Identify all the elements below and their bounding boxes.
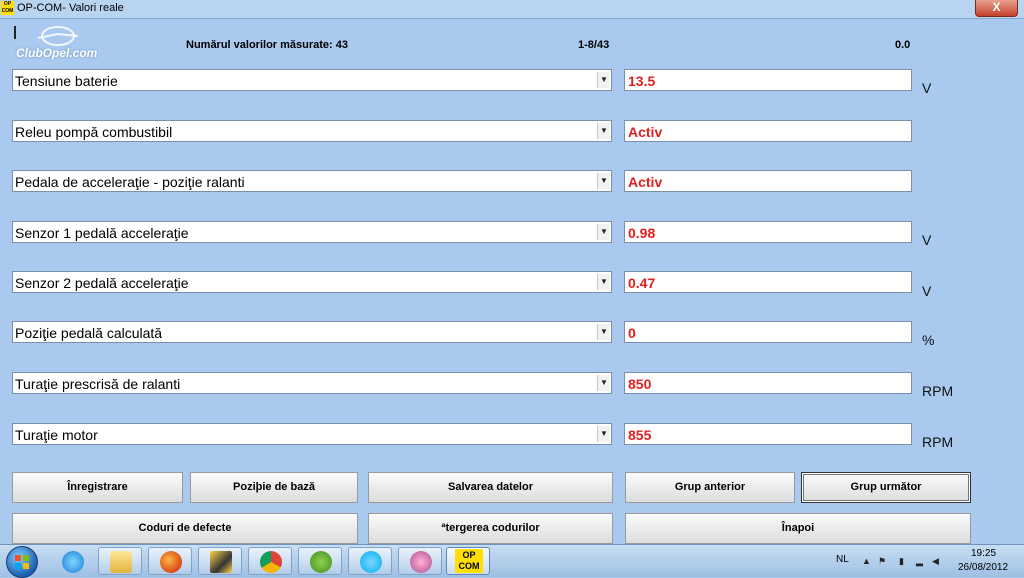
logo-text: ClubOpel.com [16, 46, 98, 60]
parameter-value-7: 850 [624, 372, 912, 394]
clock-date[interactable]: 26/08/2012 [958, 562, 1008, 573]
internet-explorer-taskbar-button[interactable] [50, 547, 94, 575]
tool-taskbar-button[interactable] [198, 547, 242, 575]
value-range: 1-8/43 [578, 39, 610, 51]
battery-icon[interactable]: ▮ [899, 557, 908, 566]
parameter-label: Poziţie pedală calculată [15, 325, 163, 341]
measured-values-count: Numărul valorilor măsurate: 43 [186, 39, 349, 51]
opcom-app-icon: OP COM [1, 1, 14, 15]
record-button[interactable]: Înregistrare [12, 472, 183, 503]
parameter-value-4: 0.98 [624, 221, 912, 243]
parameter-label: Senzor 2 pedală acceleraţie [15, 275, 189, 291]
parameter-label: Releu pompă combustibil [15, 124, 173, 140]
parameter-select-6[interactable]: Poziţie pedală calculată ▼ [12, 321, 612, 343]
parameter-label: Turaţie prescrisă de ralanti [15, 376, 181, 392]
windows-taskbar: OP COM NL ▲ ⚑ ▮ ▂ ◀ 19:25 26/08/2012 [0, 544, 1024, 578]
parameter-select-5[interactable]: Senzor 2 pedală acceleraţie ▼ [12, 271, 612, 293]
folder-icon [110, 551, 132, 573]
value-text: Activ [628, 124, 663, 140]
explorer-taskbar-button[interactable] [98, 547, 142, 575]
windows-logo-icon [15, 555, 29, 569]
parameter-label: Senzor 1 pedală acceleraţie [15, 225, 189, 241]
parameter-unit-1: V [922, 80, 932, 96]
value-text: 850 [628, 376, 652, 392]
window-title: OP-COM- Valori reale [17, 2, 124, 14]
chevron-down-icon[interactable]: ▼ [597, 274, 610, 290]
messenger-taskbar-button[interactable] [398, 547, 442, 575]
chrome-taskbar-button[interactable] [248, 547, 292, 575]
network-icon[interactable]: ▂ [916, 557, 925, 566]
value-text: 13.5 [628, 73, 656, 89]
opcom-icon: OP COM [455, 549, 483, 573]
chevron-down-icon[interactable]: ▼ [597, 173, 610, 189]
volume-icon[interactable]: ◀ [932, 557, 941, 566]
back-button[interactable]: Înapoi [625, 513, 971, 544]
parameter-select-4[interactable]: Senzor 1 pedală acceleraţie ▼ [12, 221, 612, 243]
firefox-taskbar-button[interactable] [148, 547, 192, 575]
show-hidden-icons-icon[interactable]: ▲ [862, 557, 871, 566]
value-text: 0 [628, 325, 636, 341]
value-text: 855 [628, 427, 652, 443]
value-text: 0.47 [628, 275, 656, 291]
parameter-value-6: 0 [624, 321, 912, 343]
value-text: 0.98 [628, 225, 656, 241]
chevron-down-icon[interactable]: ▼ [597, 375, 610, 391]
tool-icon [210, 551, 232, 573]
save-data-button[interactable]: Salvarea datelor [368, 472, 613, 503]
parameter-select-3[interactable]: Pedala de acceleraţie - poziţie ralanti … [12, 170, 612, 192]
parameter-value-2: Activ [624, 120, 912, 142]
parameter-label: Pedala de acceleraţie - poziţie ralanti [15, 174, 245, 190]
clock-time[interactable]: 19:25 [971, 548, 996, 559]
chrome-icon [260, 551, 282, 573]
parameter-label: Tensiune baterie [15, 73, 118, 89]
parameter-value-5: 0.47 [624, 271, 912, 293]
parameter-unit-6: % [922, 332, 935, 348]
chevron-down-icon[interactable]: ▼ [597, 123, 610, 139]
value-text: Activ [628, 174, 663, 190]
previous-group-button[interactable]: Grup anterior [625, 472, 795, 503]
parameter-select-2[interactable]: Releu pompă combustibil ▼ [12, 120, 612, 142]
chevron-down-icon[interactable]: ▼ [597, 224, 610, 240]
chevron-down-icon[interactable]: ▼ [597, 324, 610, 340]
skype-taskbar-button[interactable] [348, 547, 392, 575]
start-button[interactable] [6, 546, 38, 578]
parameter-select-7[interactable]: Turaţie prescrisă de ralanti ▼ [12, 372, 612, 394]
parameter-unit-5: V [922, 283, 932, 299]
parameter-unit-8: RPM [922, 434, 954, 450]
opcom-taskbar-button[interactable]: OP COM [446, 547, 490, 575]
parameter-unit-7: RPM [922, 383, 954, 399]
window-titlebar[interactable]: OP COM OP-COM- Valori reale X [0, 0, 1024, 19]
parameter-value-3: Activ [624, 170, 912, 192]
next-group-button[interactable]: Grup următor [801, 472, 971, 503]
parameter-unit-4: V [922, 232, 932, 248]
parameter-select-1[interactable]: Tensiune baterie ▼ [12, 69, 612, 91]
parameter-select-8[interactable]: Turaţie motor ▼ [12, 423, 612, 445]
clear-codes-button[interactable]: ªtergerea codurilor [368, 513, 613, 544]
parameter-value-1: 13.5 [624, 69, 912, 91]
utorrent-icon [310, 551, 332, 573]
language-indicator[interactable]: NL [836, 554, 849, 565]
flag-icon[interactable]: ⚑ [878, 557, 887, 566]
base-position-button[interactable]: Poziþie de bază [190, 472, 358, 503]
internet-explorer-icon [62, 551, 84, 573]
time-value: 0.0 [895, 39, 911, 51]
skype-icon [360, 551, 382, 573]
clubopel-logo: ClubOpel.com [10, 24, 110, 60]
text-cursor [14, 26, 16, 39]
chevron-down-icon[interactable]: ▼ [597, 426, 610, 442]
close-button[interactable]: X [975, 0, 1018, 17]
utorrent-taskbar-button[interactable] [298, 547, 342, 575]
messenger-icon [410, 551, 432, 573]
fault-codes-button[interactable]: Coduri de defecte [12, 513, 358, 544]
firefox-icon [160, 551, 182, 573]
parameter-label: Turaţie motor [15, 427, 98, 443]
chevron-down-icon[interactable]: ▼ [597, 72, 610, 88]
parameter-value-8: 855 [624, 423, 912, 445]
